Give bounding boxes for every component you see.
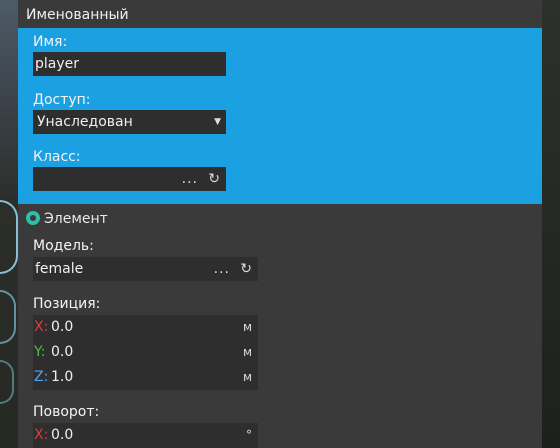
- caret-down-icon: ▼: [214, 117, 221, 127]
- class-input[interactable]: ... ↻: [33, 167, 226, 191]
- access-label: Доступ:: [33, 92, 91, 108]
- scene-viewport-right[interactable]: [542, 0, 560, 448]
- name-value: player: [35, 56, 80, 72]
- reload-icon[interactable]: ↻: [208, 167, 220, 191]
- properties-panel: Именованный Имя: player Доступ: Унаследо…: [18, 0, 542, 448]
- named-group-title: Именованный: [26, 7, 129, 23]
- scene-object-outline: [0, 200, 18, 274]
- class-browse-button[interactable]: ...: [182, 167, 198, 191]
- unit-label: м: [242, 370, 252, 384]
- unit-label: °: [246, 428, 252, 442]
- axis-x-label: X:: [34, 319, 49, 335]
- unit-label: м: [242, 345, 252, 359]
- position-y-field[interactable]: Y: 0.0 м: [33, 340, 258, 365]
- class-label: Класс:: [33, 149, 81, 165]
- axis-y-label: Y:: [34, 344, 46, 360]
- named-properties-block: Имя: player Доступ: Унаследован ▼ Класс:…: [18, 28, 542, 204]
- axis-x-label: X:: [34, 427, 49, 443]
- element-group-header[interactable]: Элемент: [26, 210, 108, 228]
- element-title: Элемент: [44, 211, 108, 227]
- position-x-value: 0.0: [51, 319, 74, 335]
- position-vector: X: 0.0 м Y: 0.0 м Z: 1.0 м: [33, 315, 258, 390]
- axis-z-label: Z:: [34, 369, 49, 385]
- position-label: Позиция:: [33, 296, 101, 312]
- access-dropdown[interactable]: Унаследован ▼: [33, 110, 226, 134]
- model-browse-button[interactable]: ...: [214, 257, 230, 281]
- reload-icon[interactable]: ↻: [240, 257, 252, 281]
- scene-object-outline: [0, 290, 16, 344]
- scene-object-outline: [0, 360, 14, 404]
- name-label: Имя:: [33, 34, 68, 50]
- model-input[interactable]: female ... ↻: [33, 257, 258, 281]
- rotation-vector: X: 0.0 °: [33, 423, 258, 448]
- position-z-value: 1.0: [51, 369, 74, 385]
- rotation-x-field[interactable]: X: 0.0 °: [33, 423, 258, 448]
- model-value: female: [35, 261, 84, 277]
- model-label: Модель:: [33, 238, 94, 254]
- unit-label: м: [242, 320, 252, 334]
- access-value: Унаследован: [37, 114, 133, 130]
- position-z-field[interactable]: Z: 1.0 м: [33, 365, 258, 390]
- position-y-value: 0.0: [51, 344, 74, 360]
- name-input[interactable]: player: [33, 52, 226, 76]
- rotation-x-value: 0.0: [51, 427, 74, 443]
- rotation-label: Поворот:: [33, 404, 100, 420]
- scene-viewport[interactable]: [0, 0, 18, 448]
- position-x-field[interactable]: X: 0.0 м: [33, 315, 258, 340]
- element-icon: [26, 211, 40, 225]
